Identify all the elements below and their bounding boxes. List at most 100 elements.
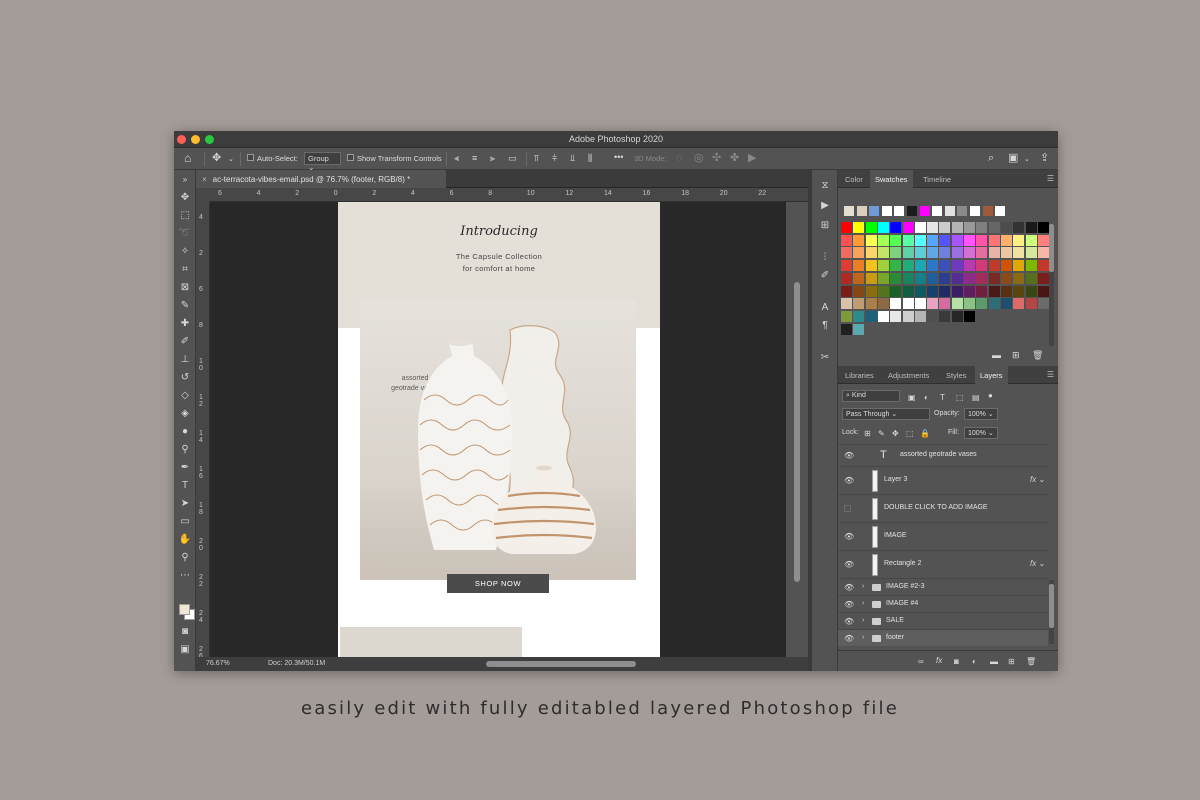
color-swatch[interactable] — [939, 310, 951, 322]
frame-tool-icon[interactable]: ⊠ — [174, 282, 196, 294]
color-swatch[interactable] — [964, 285, 975, 297]
type-tool-icon[interactable]: T — [174, 480, 196, 492]
color-swatch[interactable] — [1013, 260, 1025, 272]
tab-layers[interactable]: Layers — [975, 366, 1008, 384]
color-swatch[interactable] — [902, 298, 914, 310]
workspace-icon[interactable]: ▣ — [1008, 153, 1018, 164]
fill-input[interactable]: 100% ⌄ — [964, 427, 998, 439]
brush-panel-icon[interactable]: ✐ — [812, 270, 838, 281]
color-swatch[interactable] — [1037, 247, 1049, 259]
color-swatch[interactable] — [1025, 260, 1037, 272]
color-swatch[interactable] — [988, 298, 1000, 310]
zoom-tool-icon[interactable]: ⚲ — [174, 552, 196, 564]
slide-3d-icon[interactable]: ✤ — [730, 153, 739, 164]
color-swatch[interactable] — [1013, 247, 1025, 259]
color-swatch[interactable] — [890, 272, 902, 284]
color-swatch[interactable] — [1000, 222, 1012, 233]
recent-swatch[interactable] — [919, 206, 930, 216]
zoom-level[interactable]: 76.67% — [206, 660, 230, 667]
home-icon[interactable]: ⌂ — [184, 152, 191, 164]
color-swatch[interactable] — [951, 247, 963, 259]
color-swatch[interactable] — [964, 298, 975, 310]
color-swatch[interactable] — [853, 298, 865, 310]
color-swatch[interactable] — [1025, 222, 1037, 233]
scrollbar-thumb[interactable] — [1049, 584, 1054, 628]
distribute-icon[interactable]: ▭ — [508, 153, 517, 164]
color-swatch[interactable] — [951, 234, 963, 246]
color-swatch[interactable] — [1025, 298, 1037, 310]
align-top-icon[interactable]: ⫪ — [534, 153, 539, 164]
layer-visibility-icon[interactable]: 👁 — [844, 617, 854, 626]
screen-mode-icon[interactable]: ▣ — [174, 644, 196, 656]
color-swatch[interactable] — [927, 310, 939, 322]
tab-timeline[interactable]: Timeline — [918, 170, 956, 188]
color-swatch[interactable] — [939, 260, 951, 272]
horizontal-ruler[interactable]: 6 4 2 0 2 4 6 8 10 12 14 16 18 20 22 — [210, 188, 808, 202]
color-swatch[interactable] — [890, 222, 902, 233]
search-icon[interactable]: ⌕ — [988, 153, 994, 164]
color-swatch[interactable] — [1013, 234, 1025, 246]
layer-row[interactable]: 👁 IMAGE — [838, 522, 1048, 550]
align-middle-icon[interactable]: ⫩ — [552, 153, 557, 164]
auto-select-checkbox[interactable] — [247, 154, 254, 161]
recent-swatch[interactable] — [995, 206, 1006, 216]
marquee-tool-icon[interactable]: ⬚ — [174, 210, 196, 222]
color-swatch[interactable] — [890, 260, 902, 272]
color-swatch[interactable] — [841, 247, 852, 259]
new-group-icon[interactable]: ▬ — [992, 350, 1001, 361]
history-brush-icon[interactable]: ↺ — [174, 372, 196, 384]
recent-swatch[interactable] — [970, 206, 980, 216]
color-swatch[interactable] — [964, 260, 975, 272]
eyedropper-icon[interactable]: ✎ — [174, 300, 196, 312]
color-swatch[interactable] — [1025, 234, 1037, 246]
color-swatch[interactable] — [939, 222, 951, 233]
color-swatch[interactable] — [1000, 234, 1012, 246]
color-swatch[interactable] — [976, 222, 988, 233]
document-tab[interactable]: × ac-terracota-vibes-email.psd @ 76.7% (f… — [196, 170, 446, 188]
recent-swatch[interactable] — [844, 206, 854, 216]
color-swatch[interactable] — [914, 234, 926, 246]
color-swatch[interactable] — [841, 234, 852, 246]
color-swatch[interactable] — [976, 247, 988, 259]
color-swatch[interactable] — [951, 298, 963, 310]
color-swatch[interactable] — [988, 234, 1000, 246]
color-swatch[interactable] — [951, 310, 963, 322]
color-swatch[interactable] — [927, 285, 939, 297]
trash-icon[interactable]: 🗑 — [1032, 350, 1043, 361]
color-swatch[interactable] — [841, 260, 852, 272]
color-swatch[interactable] — [853, 234, 865, 246]
color-swatch[interactable] — [877, 272, 889, 284]
color-swatch[interactable] — [951, 272, 963, 284]
pen-tool-icon[interactable]: ✒ — [174, 462, 196, 474]
color-swatch[interactable] — [890, 247, 902, 259]
color-swatch[interactable] — [902, 222, 914, 233]
lasso-tool-icon[interactable]: ➰ — [174, 228, 196, 240]
recent-swatch[interactable] — [932, 206, 943, 216]
expand-group-icon[interactable]: › — [862, 617, 864, 624]
move-tool-icon[interactable]: ✥ — [174, 192, 196, 204]
layer-row[interactable]: 👁 › footer — [838, 629, 1048, 646]
panel-menu-icon[interactable]: ☰ — [1047, 174, 1054, 183]
color-swatch[interactable] — [1037, 298, 1049, 310]
actions-panel-icon[interactable]: ▶ — [812, 200, 838, 211]
dodge-tool-icon[interactable]: ⚲ — [174, 444, 196, 456]
color-swatch[interactable] — [976, 260, 988, 272]
color-swatch[interactable] — [877, 310, 889, 322]
color-swatch[interactable] — [1013, 222, 1025, 233]
color-swatch[interactable] — [841, 323, 852, 335]
color-swatch[interactable] — [964, 310, 975, 322]
recent-swatch[interactable] — [856, 206, 867, 216]
color-swatch[interactable] — [964, 247, 975, 259]
color-swatch[interactable] — [853, 247, 865, 259]
color-swatch[interactable] — [927, 272, 939, 284]
color-swatch[interactable] — [927, 260, 939, 272]
shop-now-button[interactable]: SHOP NOW — [447, 574, 549, 593]
color-swatch[interactable] — [964, 272, 975, 284]
color-swatch[interactable] — [853, 222, 865, 233]
lock-artboard-icon[interactable]: ⬚ — [906, 428, 914, 439]
color-swatch[interactable] — [939, 272, 951, 284]
layer-row[interactable]: 👁 Rectangle 2 fx ⌄ — [838, 550, 1048, 578]
distribute-vertical-icon[interactable]: ⫼ — [588, 153, 592, 164]
swatches-scrollbar[interactable] — [1049, 224, 1054, 346]
lock-position-icon[interactable]: ✥ — [892, 428, 899, 439]
